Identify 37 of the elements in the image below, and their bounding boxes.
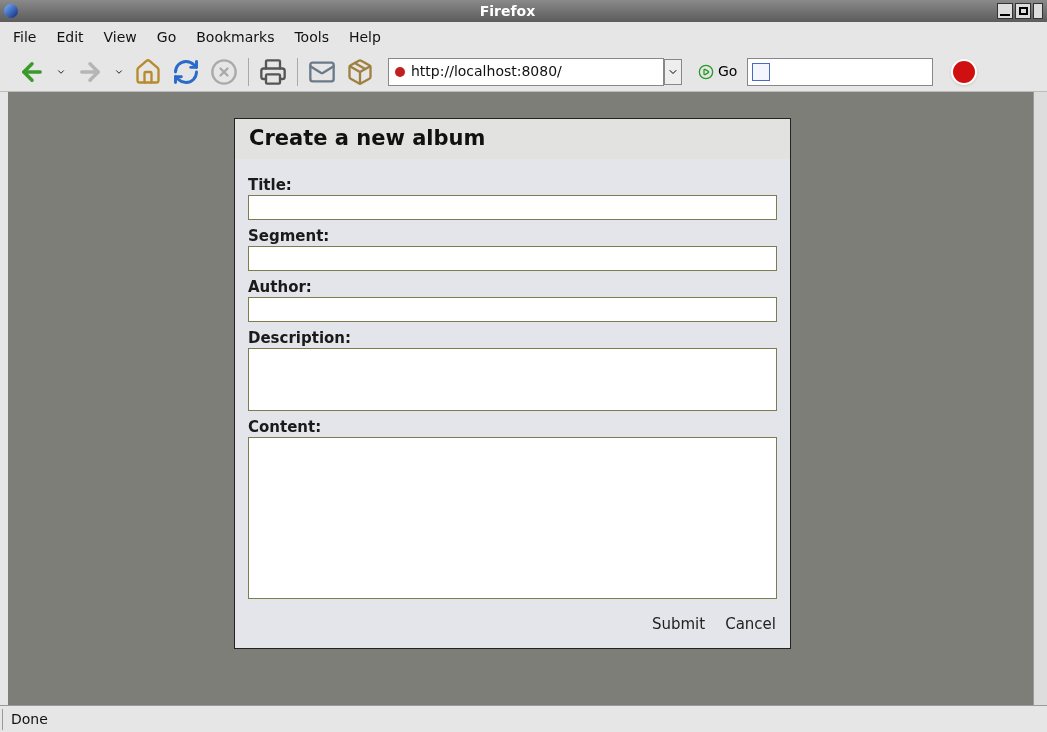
minimize-icon: [1000, 14, 1010, 16]
close-button[interactable]: [1033, 3, 1043, 19]
dialog-title: Create a new album: [249, 125, 486, 153]
menu-item[interactable]: Help: [343, 26, 386, 48]
menu-item[interactable]: Bookmarks: [191, 26, 280, 48]
minimize-button[interactable]: [997, 3, 1013, 19]
go-icon: [698, 63, 714, 80]
status-text: Done: [2, 708, 56, 730]
go-button[interactable]: Go: [698, 61, 738, 82]
text-field[interactable]: [248, 246, 777, 271]
form-button[interactable]: Submit: [651, 613, 706, 636]
print-icon[interactable]: [259, 57, 287, 86]
field-label: Content:: [248, 417, 323, 437]
scrollbar[interactable]: [1033, 92, 1047, 705]
window-title: Firefox: [478, 1, 537, 21]
box-icon[interactable]: [346, 57, 374, 86]
url-text: http://localhost:8080/: [411, 62, 562, 81]
text-field[interactable]: [248, 297, 777, 322]
maximize-button[interactable]: [1015, 3, 1031, 19]
url-field[interactable]: http://localhost:8080/: [388, 57, 664, 86]
history-dropdown-button[interactable]: [664, 58, 682, 85]
form-button[interactable]: Cancel: [725, 613, 776, 636]
restore-icon: [1018, 7, 1028, 15]
reload-icon[interactable]: [172, 57, 200, 86]
text-field[interactable]: [248, 195, 777, 220]
menu-item[interactable]: Tools: [289, 26, 334, 48]
menu-item[interactable]: File: [8, 26, 42, 48]
field-label: Author:: [248, 277, 313, 297]
menu-item[interactable]: Go: [151, 26, 182, 48]
field-label: Title:: [248, 175, 293, 195]
menu-item[interactable]: Edit: [51, 26, 89, 48]
home-icon[interactable]: [134, 57, 162, 86]
menu-item[interactable]: View: [98, 26, 142, 48]
search-field[interactable]: [747, 57, 934, 86]
field-label: Description:: [248, 328, 352, 348]
text-area[interactable]: [248, 348, 777, 411]
field-label: Segment:: [248, 226, 331, 246]
